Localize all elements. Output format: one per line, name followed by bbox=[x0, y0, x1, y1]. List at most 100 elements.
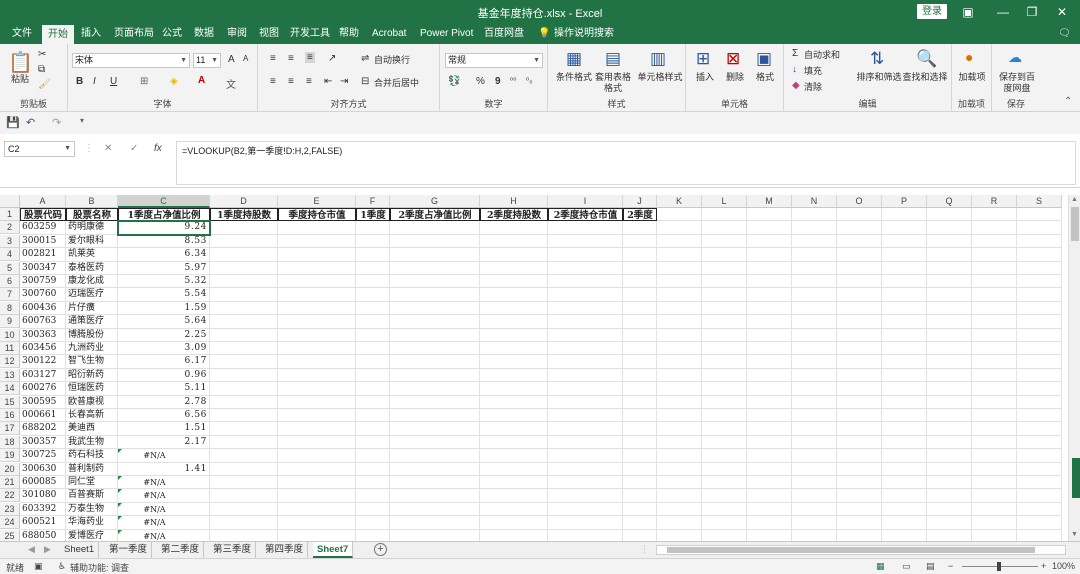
empty-cell[interactable] bbox=[1017, 261, 1062, 275]
prev-sheet-icon[interactable]: ◀ bbox=[28, 544, 35, 555]
empty-cell[interactable] bbox=[792, 248, 837, 262]
row-header[interactable]: 18 bbox=[0, 435, 20, 449]
empty-cell[interactable] bbox=[623, 368, 657, 383]
format-table-icon[interactable]: ▤ bbox=[605, 49, 621, 69]
empty-cell[interactable] bbox=[356, 221, 390, 235]
empty-cell[interactable] bbox=[702, 221, 747, 235]
empty-cell[interactable] bbox=[702, 382, 747, 396]
empty-cell[interactable] bbox=[702, 529, 747, 541]
empty-cell[interactable] bbox=[480, 449, 548, 463]
align-center-icon[interactable]: ≡ bbox=[288, 76, 294, 87]
empty-cell[interactable] bbox=[390, 288, 480, 302]
empty-cell[interactable] bbox=[747, 449, 792, 463]
empty-cell[interactable] bbox=[1017, 395, 1062, 409]
empty-cell[interactable] bbox=[702, 355, 747, 369]
empty-cell[interactable] bbox=[356, 328, 390, 342]
stock-name-cell[interactable]: 博腾股份 bbox=[66, 328, 118, 342]
decrease-decimal-icon[interactable]: ⁰₀ bbox=[526, 76, 533, 85]
empty-cell[interactable] bbox=[702, 248, 747, 262]
ratio-cell[interactable]: 5.11 bbox=[118, 382, 210, 396]
empty-cell[interactable] bbox=[356, 462, 390, 476]
empty-cell[interactable] bbox=[1017, 476, 1062, 490]
empty-cell[interactable] bbox=[792, 275, 837, 289]
empty-cell[interactable] bbox=[356, 315, 390, 329]
stock-code-cell[interactable]: 300357 bbox=[20, 435, 66, 450]
format-cells-icon[interactable]: ▣ bbox=[756, 49, 772, 69]
empty-cell[interactable] bbox=[390, 301, 480, 316]
empty-cell[interactable] bbox=[837, 315, 882, 329]
ratio-cell[interactable]: 6.17 bbox=[118, 355, 210, 369]
stock-name-cell[interactable]: 九洲药业 bbox=[66, 342, 118, 356]
empty-cell[interactable] bbox=[837, 234, 882, 249]
stock-name-cell[interactable]: 万泰生物 bbox=[66, 502, 118, 517]
empty-cell[interactable] bbox=[548, 234, 623, 249]
empty-cell[interactable] bbox=[882, 288, 927, 302]
row-header[interactable]: 20 bbox=[0, 462, 20, 476]
empty-cell[interactable] bbox=[278, 328, 356, 342]
empty-cell[interactable] bbox=[623, 248, 657, 262]
empty-cell[interactable] bbox=[657, 382, 702, 396]
page-layout-view-icon[interactable]: ▭ bbox=[902, 561, 911, 572]
empty-cell[interactable] bbox=[927, 435, 972, 450]
empty-cell[interactable] bbox=[210, 315, 278, 329]
empty-cell[interactable] bbox=[210, 342, 278, 356]
row-header[interactable]: 19 bbox=[0, 449, 20, 463]
underline-button[interactable]: U bbox=[110, 76, 117, 87]
stock-code-cell[interactable]: 300347 bbox=[20, 261, 66, 275]
align-middle-icon[interactable]: ≡ bbox=[288, 53, 294, 64]
empty-cell[interactable] bbox=[882, 315, 927, 329]
empty-cell[interactable] bbox=[837, 462, 882, 476]
empty-cell[interactable] bbox=[837, 529, 882, 541]
row-header[interactable]: 10 bbox=[0, 328, 20, 342]
row-header[interactable]: 22 bbox=[0, 489, 20, 503]
empty-cell[interactable] bbox=[792, 409, 837, 423]
stock-code-cell[interactable]: 603456 bbox=[20, 342, 66, 356]
empty-cell[interactable] bbox=[548, 275, 623, 289]
empty-cell[interactable] bbox=[210, 516, 278, 530]
empty-cell[interactable] bbox=[657, 234, 702, 249]
stock-code-cell[interactable]: 603127 bbox=[20, 368, 66, 383]
empty-cell[interactable] bbox=[356, 275, 390, 289]
empty-cell[interactable] bbox=[210, 462, 278, 476]
empty-cell[interactable] bbox=[972, 301, 1017, 316]
empty-cell[interactable] bbox=[747, 529, 792, 541]
empty-cell[interactable] bbox=[278, 301, 356, 316]
empty-cell[interactable] bbox=[657, 221, 702, 235]
empty-cell[interactable] bbox=[657, 395, 702, 409]
empty-cell[interactable] bbox=[927, 248, 972, 262]
sheet-tab-q3[interactable]: 第三季度 bbox=[209, 542, 257, 558]
empty-cell[interactable] bbox=[837, 288, 882, 302]
empty-cell[interactable] bbox=[837, 502, 882, 517]
row-header[interactable]: 23 bbox=[0, 502, 20, 516]
row-header[interactable]: 25 bbox=[0, 529, 20, 541]
ratio-cell[interactable]: 6.34 bbox=[118, 248, 210, 262]
empty-cell[interactable] bbox=[927, 516, 972, 530]
empty-cell[interactable] bbox=[972, 288, 1017, 302]
empty-cell[interactable] bbox=[747, 261, 792, 275]
stock-name-cell[interactable]: 康龙化成 bbox=[66, 275, 118, 289]
ratio-cell[interactable]: 5.54 bbox=[118, 288, 210, 302]
stock-name-cell[interactable]: 欧普康视 bbox=[66, 395, 118, 409]
empty-cell[interactable] bbox=[548, 476, 623, 490]
sort-filter-button[interactable]: 排序和筛选 bbox=[856, 72, 902, 83]
empty-cell[interactable] bbox=[548, 288, 623, 302]
empty-cell[interactable] bbox=[210, 476, 278, 490]
save-icon[interactable]: 💾 bbox=[6, 116, 20, 129]
empty-cell[interactable] bbox=[480, 516, 548, 530]
empty-cell[interactable] bbox=[623, 234, 657, 249]
empty-cell[interactable] bbox=[278, 516, 356, 530]
empty-cell[interactable] bbox=[623, 261, 657, 275]
stock-name-cell[interactable]: 长春高新 bbox=[66, 409, 118, 423]
tab-acrobat[interactable]: Acrobat bbox=[368, 27, 410, 41]
empty-cell[interactable] bbox=[210, 529, 278, 541]
empty-cell[interactable] bbox=[702, 342, 747, 356]
empty-cell[interactable] bbox=[972, 449, 1017, 463]
empty-cell[interactable] bbox=[623, 342, 657, 356]
tab-insert[interactable]: 插入 bbox=[77, 27, 105, 41]
empty-cell[interactable] bbox=[837, 449, 882, 463]
phonetic-icon[interactable]: 文 bbox=[226, 76, 236, 91]
format-cells-button[interactable]: 格式 bbox=[752, 72, 778, 83]
ratio-cell[interactable]: 5.97 bbox=[118, 261, 210, 275]
empty-cell[interactable] bbox=[702, 368, 747, 383]
empty-cell[interactable] bbox=[837, 355, 882, 369]
